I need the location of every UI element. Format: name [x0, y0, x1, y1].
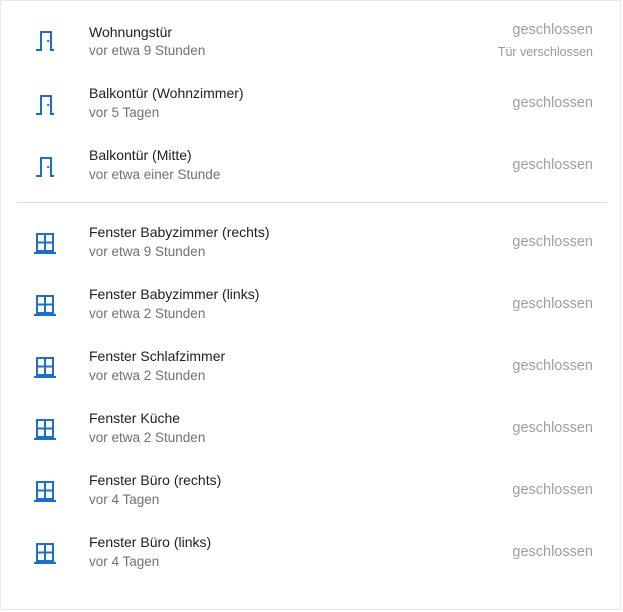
window-icon: [32, 478, 58, 504]
last-changed: vor etwa 2 Stunden: [89, 306, 206, 321]
door-icon: [32, 153, 58, 179]
entity-name: Fenster Schlafzimmer: [89, 348, 226, 364]
window-icon: [32, 230, 58, 256]
entity-state: geschlossen: [512, 482, 593, 498]
last-changed: vor etwa 2 Stunden: [89, 368, 206, 383]
entity-state: geschlossen: [512, 95, 593, 111]
entity-name: Wohnungstür: [89, 24, 173, 40]
entity-state: geschlossen: [512, 22, 593, 38]
lock-state: Tür verschlossen: [497, 45, 593, 59]
entity-name: Balkontür (Wohnzimmer): [89, 85, 244, 101]
door-icon: [32, 91, 58, 117]
last-changed: vor etwa 9 Stunden: [89, 244, 206, 259]
last-changed: vor 4 Tagen: [89, 554, 160, 569]
window-icon: [32, 540, 58, 566]
entity-name: Balkontür (Mitte): [89, 147, 192, 163]
entity-row-fenster-babyzimmer-rechts[interactable]: Fenster Babyzimmer (rechts) vor etwa 9 S…: [1, 211, 622, 273]
window-icon: [32, 416, 58, 442]
entity-name: Fenster Babyzimmer (links): [89, 286, 260, 302]
entity-name: Fenster Babyzimmer (rechts): [89, 224, 270, 240]
entity-name: Fenster Küche: [89, 410, 181, 426]
entities-card: Wohnungstür vor etwa 9 Stunden geschloss…: [0, 0, 621, 610]
entity-state: geschlossen: [512, 420, 593, 436]
window-icon: [32, 292, 58, 318]
entity-name: Fenster Büro (rechts): [89, 472, 222, 488]
entity-row-wohnungstuer[interactable]: Wohnungstür vor etwa 9 Stunden geschloss…: [1, 10, 622, 72]
entity-state: geschlossen: [512, 544, 593, 560]
window-icon: [32, 354, 58, 380]
last-changed: vor etwa 2 Stunden: [89, 430, 206, 445]
entity-row-balkontuer-wohnzimmer[interactable]: Balkontür (Wohnzimmer) vor 5 Tagen gesch…: [1, 72, 622, 134]
entity-name: Fenster Büro (links): [89, 534, 212, 550]
entity-state: geschlossen: [512, 296, 593, 312]
entity-row-fenster-kueche[interactable]: Fenster Küche vor etwa 2 Stunden geschlo…: [1, 397, 622, 459]
entity-row-balkontuer-mitte[interactable]: Balkontür (Mitte) vor etwa einer Stunde …: [1, 134, 622, 196]
last-changed: vor etwa 9 Stunden: [89, 43, 206, 58]
last-changed: vor 5 Tagen: [89, 105, 160, 120]
entity-row-fenster-schlafzimmer[interactable]: Fenster Schlafzimmer vor etwa 2 Stunden …: [1, 335, 622, 397]
entity-state: geschlossen: [512, 157, 593, 173]
section-divider: [17, 202, 607, 203]
door-icon: [32, 27, 58, 53]
last-changed: vor etwa einer Stunde: [89, 167, 221, 182]
entity-row-fenster-babyzimmer-links[interactable]: Fenster Babyzimmer (links) vor etwa 2 St…: [1, 273, 622, 335]
entity-state: geschlossen: [512, 358, 593, 374]
entity-row-fenster-buero-rechts[interactable]: Fenster Büro (rechts) vor 4 Tagen geschl…: [1, 459, 622, 521]
entity-state: geschlossen: [512, 234, 593, 250]
entity-row-fenster-buero-links[interactable]: Fenster Büro (links) vor 4 Tagen geschlo…: [1, 521, 622, 583]
last-changed: vor 4 Tagen: [89, 492, 160, 507]
